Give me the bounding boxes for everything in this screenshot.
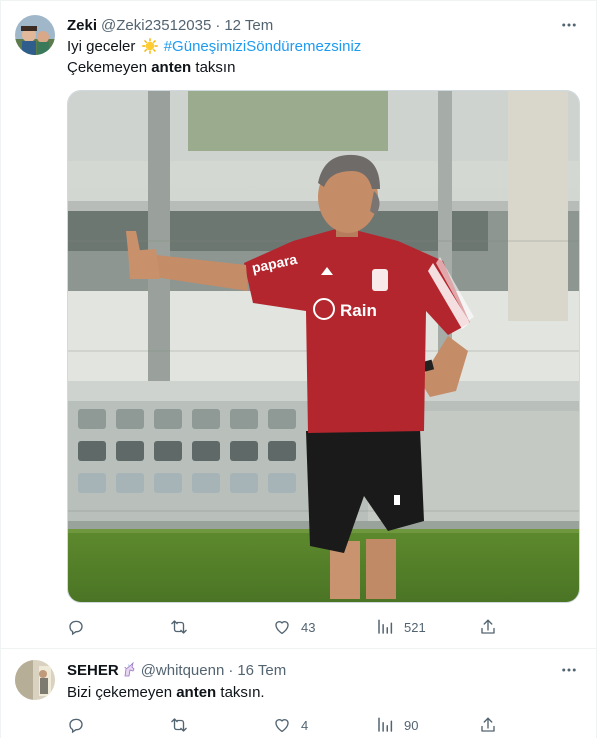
svg-text:Rain: Rain	[340, 301, 377, 320]
author-handle[interactable]: @whitquenn	[141, 662, 225, 679]
tweet-photo[interactable]: papara Rain	[67, 90, 580, 603]
retweet-button[interactable]	[170, 716, 230, 734]
share-icon	[481, 717, 495, 732]
text-part: taksın.	[216, 684, 265, 701]
tweet-text: Bizi çekemeyen anten taksın.	[67, 682, 265, 703]
tweet-line-2: Çekemeyen anten taksın	[67, 57, 361, 78]
tweet[interactable]: SEHER @whitquenn · 16 Tem Bizi çekemeyen…	[1, 649, 597, 738]
tweet-line-1: Iyi geceler #GüneşimiziSöndüremezsiniz	[67, 36, 361, 57]
avatar-image	[15, 15, 55, 55]
hashtag-link[interactable]: #GüneşimiziSöndüremezsiniz	[164, 38, 362, 55]
like-icon	[275, 719, 289, 733]
view-count: 90	[404, 717, 419, 733]
tweet-actions: 4 90	[67, 715, 497, 735]
like-button[interactable]: 43	[273, 618, 333, 636]
unicorn-icon	[123, 662, 135, 677]
author-handle[interactable]: @Zeki23512035	[101, 17, 211, 34]
text-part: taksın	[191, 59, 236, 76]
like-count: 4	[301, 717, 309, 733]
reply-button[interactable]	[67, 716, 127, 734]
text-part: Çekemeyen	[67, 59, 152, 76]
view-count: 521	[404, 619, 426, 635]
text-part: Bizi çekemeyen	[67, 684, 177, 701]
reply-button[interactable]	[67, 618, 127, 636]
retweet-icon	[171, 620, 187, 634]
separator: ·	[215, 16, 221, 34]
views-icon	[378, 717, 393, 732]
tweet-actions: 43 521	[67, 617, 497, 637]
retweet-button[interactable]	[170, 618, 230, 636]
tweet[interactable]: Zeki @Zeki23512035 · 12 Tem Iyi geceler	[1, 1, 597, 649]
avatar[interactable]	[15, 660, 55, 700]
tweet-text: Iyi geceler #GüneşimiziSöndüremezsiniz Ç…	[67, 36, 361, 78]
sun-icon	[141, 38, 158, 54]
more-icon[interactable]	[558, 15, 580, 35]
share-button[interactable]	[479, 618, 497, 636]
timeline: Zeki @Zeki23512035 · 12 Tem Iyi geceler	[0, 0, 597, 738]
bold-text: anten	[176, 684, 217, 701]
tweet-header: SEHER @whitquenn · 16 Tem	[67, 660, 286, 680]
share-button[interactable]	[479, 716, 497, 734]
tweet-header: Zeki @Zeki23512035 · 12 Tem	[67, 15, 273, 35]
views-icon	[378, 619, 393, 634]
tweet-date[interactable]: 12 Tem	[224, 17, 273, 34]
share-icon	[481, 619, 495, 634]
like-button[interactable]: 4	[273, 716, 333, 734]
like-icon	[275, 621, 289, 635]
avatar[interactable]	[15, 15, 55, 55]
greeting-text: Iyi geceler	[67, 38, 136, 55]
author-name[interactable]: Zeki	[67, 17, 97, 34]
views-button[interactable]: 90	[376, 716, 436, 734]
retweet-icon	[171, 718, 187, 732]
avatar-image	[15, 660, 55, 700]
reply-icon	[69, 620, 83, 636]
photo-image: papara Rain	[68, 91, 579, 602]
tweet-date[interactable]: 16 Tem	[237, 662, 286, 679]
author-name[interactable]: SEHER	[67, 662, 119, 679]
separator: ·	[228, 661, 234, 679]
more-icon[interactable]	[558, 660, 580, 680]
views-button[interactable]: 521	[376, 618, 436, 636]
bold-text: anten	[151, 59, 192, 76]
like-count: 43	[301, 619, 316, 635]
reply-icon	[69, 718, 83, 734]
